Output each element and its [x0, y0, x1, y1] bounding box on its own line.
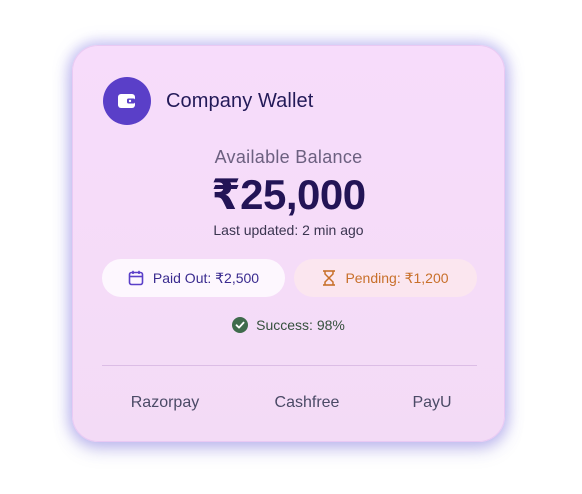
balance-label: Available Balance [214, 147, 363, 167]
hourglass-icon [323, 270, 336, 286]
divider [102, 365, 477, 366]
wallet-card: Company Wallet Available Balance ₹25,000… [72, 45, 505, 442]
paid-out-chip[interactable]: Paid Out: ₹2,500 [102, 259, 285, 297]
provider-razorpay[interactable]: Razorpay [115, 394, 215, 412]
calendar-icon [128, 270, 144, 286]
provider-payu[interactable]: PayU [392, 394, 472, 412]
provider-cashfree[interactable]: Cashfree [257, 394, 357, 412]
wallet-icon [103, 77, 151, 125]
wallet-title: Company Wallet [166, 89, 314, 112]
check-circle-icon [232, 317, 249, 333]
wallet-header: Company Wallet [103, 77, 313, 125]
balance-amount: ₹25,000 [211, 171, 366, 218]
pending-label: Pending: ₹1,200 [345, 269, 449, 286]
success-rate: Success: 98% [73, 317, 504, 333]
last-updated-text: Last updated: 2 min ago [213, 222, 364, 238]
paid-out-label: Paid Out: ₹2,500 [152, 269, 260, 286]
success-label: Success: 98% [256, 317, 345, 333]
pending-chip[interactable]: Pending: ₹1,200 [294, 259, 477, 297]
